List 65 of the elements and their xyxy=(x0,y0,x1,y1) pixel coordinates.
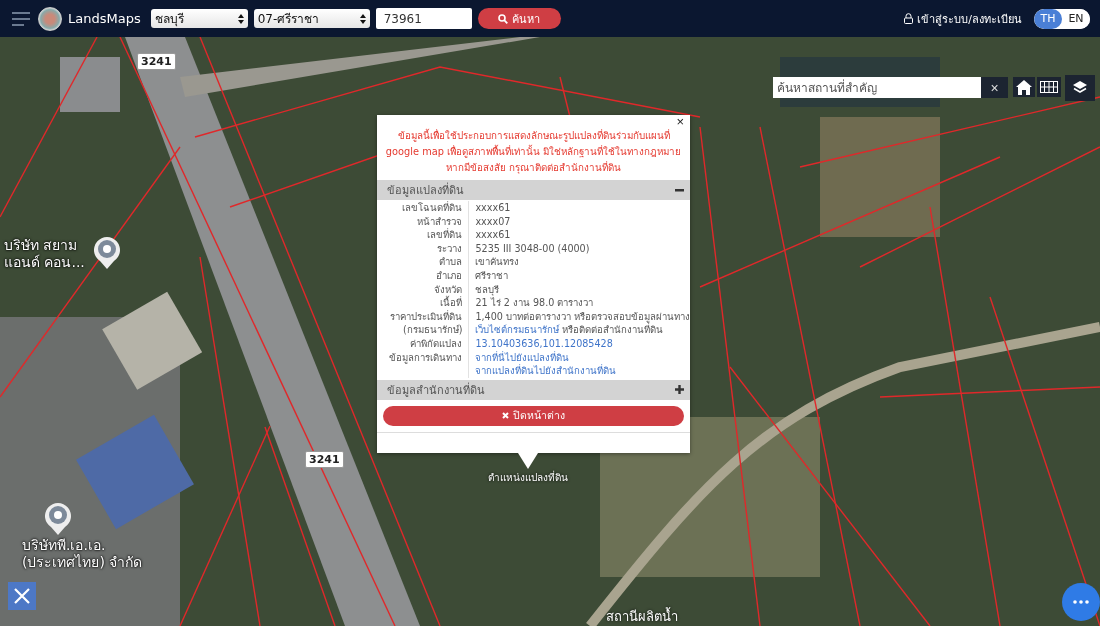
parcel-number-field[interactable]: 73961 xyxy=(375,8,472,29)
field-label: (กรมธนารักษ์) xyxy=(377,323,469,337)
lock-icon xyxy=(904,13,914,24)
field-label: หน้าสำรวจ xyxy=(377,214,469,229)
logo-icon xyxy=(38,6,62,31)
layers-button[interactable] xyxy=(1065,75,1095,101)
field-label: ค่าพิกัดแปลง xyxy=(377,336,469,351)
field-value: 21 ไร่ 2 งาน 98.0 ตารางวา xyxy=(468,296,690,310)
province-select[interactable]: ชลบุรี xyxy=(150,9,248,28)
search-icon xyxy=(498,13,509,24)
section-header[interactable]: ข้อมูลแปลงที่ดิน xyxy=(377,180,690,200)
close-button[interactable]: × xyxy=(674,115,686,128)
field-label: ราคาประเมินที่ดิน xyxy=(377,309,469,324)
more-icon xyxy=(1073,600,1089,604)
grid-icon xyxy=(1040,81,1058,93)
login-link[interactable]: เข้าสู่ระบบ/ลงทะเบียน xyxy=(917,9,1022,28)
field-label: จังหวัด xyxy=(377,282,469,297)
clear-button[interactable]: × xyxy=(981,77,1008,98)
home-button[interactable] xyxy=(1013,77,1035,97)
field-value: เขาคันทรง xyxy=(468,255,690,269)
field-value: ชลบุรี xyxy=(468,282,690,297)
field-label: เลขโฉนดที่ดิน xyxy=(377,201,469,215)
field-value: 1,400 บาทต่อตารางวา หรือตรวจสอบข้อมูลผ่านทาง xyxy=(468,309,690,324)
district-select[interactable]: 07-ศรีราชา xyxy=(253,9,370,28)
field-label: เลขที่ดิน xyxy=(377,228,469,242)
language-option[interactable]: TH xyxy=(1034,8,1062,29)
field-label: ระวาง xyxy=(377,241,469,256)
field-label: ข้อมูลการเดินทาง xyxy=(377,350,469,365)
field-label: เนื้อที่ xyxy=(377,296,469,310)
road-number-label: 3241 xyxy=(305,451,344,468)
map-pin-icon[interactable] xyxy=(43,501,73,535)
field-value: 5235 III 3048-00 (4000) xyxy=(468,241,690,256)
section-title: ข้อมูลสำนักงานที่ดิน xyxy=(387,381,485,399)
link[interactable]: เว็บไซต์กรมธนารักษ์ xyxy=(475,324,560,336)
section-title: ข้อมูลแปลงที่ดิน xyxy=(387,181,464,199)
place-label: บริษัทพี.เอ.เอ. (ประเทศไทย) จำกัด xyxy=(22,537,144,571)
close-window-button[interactable]: ปิดหน้าต่าง xyxy=(383,405,684,426)
close-icon xyxy=(502,412,509,420)
place-label: บริษัท สยาม แอนด์ คอน... xyxy=(4,237,86,271)
place-search-field[interactable]: ค้นหาสถานที่สำคัญ xyxy=(773,77,981,98)
field-value: เว็บไซต์กรมธนารักษ์ หรือติดต่อสำนักงานที่ดิน xyxy=(468,323,690,337)
map-pin-icon[interactable] xyxy=(92,235,122,269)
field-value: xxxx61 xyxy=(468,201,690,215)
place-label: สถานีผลิตน้ำ xyxy=(606,606,678,626)
link[interactable]: 13.10403636,101.12085428 xyxy=(475,337,613,349)
field-label: อำเภอ xyxy=(377,268,469,283)
link[interactable]: จากที่นี่ไปยังแปลงที่ดิน xyxy=(475,351,570,363)
field-value: ศรีราชา xyxy=(468,268,690,283)
home-icon xyxy=(1016,79,1032,95)
sort-arrows-icon xyxy=(237,13,244,24)
section-header[interactable]: ข้อมูลสำนักงานที่ดิน xyxy=(377,379,690,400)
field-value: xxxx61 xyxy=(468,228,690,242)
road-number-label: 3241 xyxy=(137,53,176,70)
field-value: xxxx07 xyxy=(468,214,690,229)
search-button[interactable]: ค้นหา xyxy=(477,8,561,29)
layers-icon xyxy=(1072,80,1088,96)
grid-button[interactable] xyxy=(1037,77,1061,97)
field-label: ตำบล xyxy=(377,255,469,269)
sort-arrows-icon xyxy=(359,13,366,24)
measure-tool-button[interactable] xyxy=(8,582,36,610)
link[interactable]: จากแปลงที่ดินไปยังสำนักงานที่ดิน xyxy=(475,365,617,377)
menu-icon[interactable] xyxy=(12,11,30,26)
disclaimer-text: ข้อมูลนี้เพื่อใช้ประกอบการแสดงลักษณะรูปแปลงที่ดินร่วมกับแผนที่ google map เพื่อดูสภาพพื้นที่เท่านั้น มิใช่หลักฐานที่ใช้ในทางกฎหมาย หากมีข้อสงสัย กรุณาติดต่อสำนักงานที่ดิน xyxy=(384,128,683,176)
app-title: LandsMaps xyxy=(68,11,141,26)
marker-label: ตำแหน่งแปลงที่ดิน xyxy=(487,470,569,485)
